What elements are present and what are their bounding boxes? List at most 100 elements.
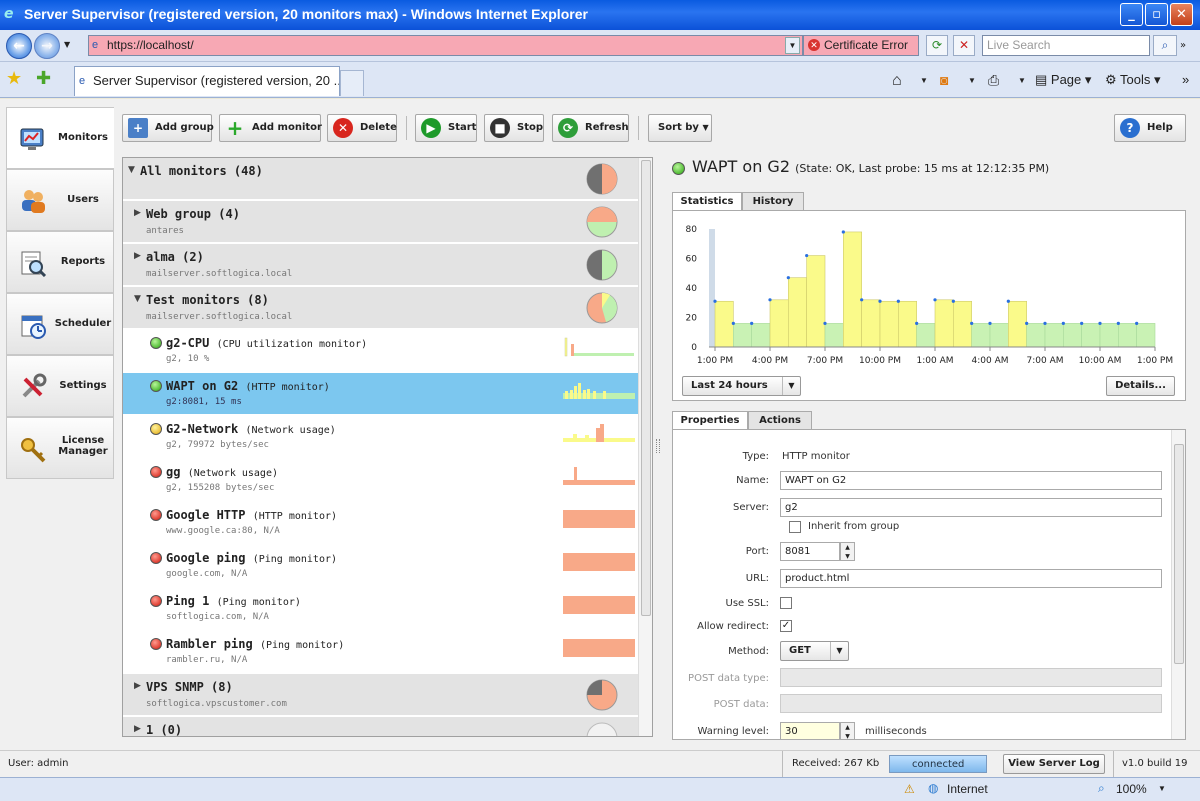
time-range-select[interactable]: Last 24 hours ▼ — [682, 376, 801, 396]
url-dropdown-icon[interactable]: ▼ — [785, 37, 800, 54]
stop-button[interactable]: ■ Stop — [484, 114, 544, 142]
monitor-row-selected[interactable]: WAPT on G2 (HTTP monitor) g2:8081, 15 ms — [123, 373, 638, 415]
print-dropdown-icon[interactable]: ▼ — [1018, 76, 1026, 85]
redirect-checkbox[interactable]: ✓ — [780, 620, 792, 632]
tools-menu[interactable]: ⚙ Tools ▾ — [1105, 72, 1161, 88]
port-stepper[interactable]: ▲ ▼ — [840, 542, 855, 561]
properties-scrollbar[interactable] — [1171, 430, 1185, 739]
expand-arrow-icon[interactable]: ▼ — [134, 294, 141, 304]
delete-button[interactable]: ✕ Delete — [327, 114, 397, 142]
tree-group-1[interactable]: ▶ 1 (0) — [123, 717, 638, 736]
print-icon[interactable]: ⎙ — [988, 72, 999, 89]
status-ok-icon — [150, 380, 162, 392]
monitor-type: (Ping monitor) — [216, 597, 301, 608]
new-tab-button[interactable] — [340, 70, 364, 96]
sort-by-dropdown[interactable]: Sort by ▼ — [648, 114, 712, 142]
details-button[interactable]: Details... — [1106, 376, 1175, 396]
nav-monitors[interactable]: Monitors — [6, 107, 114, 169]
monitor-row[interactable]: Rambler ping (Ping monitor) rambler.ru, … — [123, 631, 638, 673]
group-server: softlogica.vpscustomer.com — [146, 699, 287, 709]
feed-dropdown-icon[interactable]: ▼ — [968, 76, 976, 85]
monitor-row[interactable]: Ping 1 (Ping monitor) softlogica.com, N/… — [123, 588, 638, 630]
expand-arrow-icon[interactable]: ▶ — [134, 208, 141, 218]
tree-group-all[interactable]: ▼ All monitors (48) — [123, 158, 638, 200]
splitter-handle[interactable] — [656, 439, 660, 453]
favorites-star-icon[interactable]: ★ — [6, 68, 22, 89]
tab-statistics[interactable]: Statistics — [672, 192, 742, 211]
monitor-row[interactable]: G2-Network (Network usage) g2, 79972 byt… — [123, 416, 638, 458]
server-input[interactable]: g2 — [780, 498, 1162, 517]
scrollbar-thumb[interactable] — [641, 160, 651, 616]
x-tick-label: 10:00 AM — [1079, 356, 1122, 366]
nav-scheduler[interactable]: Scheduler — [6, 293, 114, 355]
stop-page-button[interactable]: ✕ — [953, 35, 975, 56]
tree-scrollbar[interactable] — [638, 158, 652, 736]
monitor-row[interactable]: Google ping (Ping monitor) google.com, N… — [123, 545, 638, 587]
search-options-icon[interactable]: » — [1180, 40, 1186, 51]
tree-group-alma[interactable]: ▶ alma (2) mailserver.softlogica.local — [123, 244, 638, 286]
zoom-dropdown-icon[interactable]: ▼ — [1158, 784, 1166, 793]
home-dropdown-icon[interactable]: ▼ — [920, 76, 928, 85]
expand-arrow-icon[interactable]: ▶ — [134, 681, 141, 691]
tab-actions[interactable]: Actions — [748, 411, 812, 429]
expand-arrow-icon[interactable]: ▶ — [134, 251, 141, 261]
nav-settings[interactable]: Settings — [6, 355, 114, 417]
minimize-button[interactable]: _ — [1120, 3, 1143, 26]
close-window-button[interactable]: ✕ — [1170, 3, 1193, 26]
group-name: alma (2) — [146, 250, 204, 264]
search-icon[interactable]: ⌕ — [1153, 35, 1177, 56]
monitor-title: gg — [166, 465, 181, 479]
nav-users[interactable]: Users — [6, 169, 114, 231]
history-dropdown-icon[interactable]: ▼ — [64, 40, 70, 49]
more-commands-icon[interactable]: » — [1182, 72, 1189, 87]
y-tick-label: 80 — [686, 225, 698, 235]
rss-feed-icon[interactable]: ◙ — [940, 72, 948, 88]
add-group-button[interactable]: + Add group — [122, 114, 214, 142]
ie-tab-active[interactable]: e Server Supervisor (registered version,… — [74, 66, 340, 96]
back-button[interactable]: ← — [6, 33, 32, 59]
method-select[interactable]: GET ▼ — [780, 641, 849, 661]
ssl-checkbox[interactable] — [780, 597, 792, 609]
expand-arrow-icon[interactable]: ▶ — [134, 724, 141, 734]
nav-license-manager[interactable]: License Manager — [6, 417, 114, 479]
tree-group-web[interactable]: ▶ Web group (4) antares — [123, 201, 638, 243]
tab-properties[interactable]: Properties — [672, 411, 748, 430]
name-input[interactable]: WAPT on G2 — [780, 471, 1162, 490]
add-favorite-icon[interactable]: ✚ — [36, 68, 51, 89]
monitor-type: (HTTP monitor) — [252, 511, 338, 522]
port-input[interactable]: 8081 — [780, 542, 840, 561]
group-server: mailserver.softlogica.local — [146, 312, 293, 322]
nav-reports[interactable]: Reports — [6, 231, 114, 293]
monitor-row[interactable]: g2-CPU (CPU utilization monitor) g2, 10 … — [123, 330, 638, 372]
zoom-level[interactable]: 100% — [1116, 782, 1147, 796]
inherit-checkbox[interactable] — [789, 521, 801, 533]
tree-group-vps[interactable]: ▶ VPS SNMP (8) softlogica.vpscustomer.co… — [123, 674, 638, 716]
help-button[interactable]: ? Help — [1114, 114, 1186, 142]
status-error-icon — [150, 552, 162, 564]
expand-arrow-icon[interactable]: ▼ — [128, 165, 135, 175]
scrollbar-thumb[interactable] — [1174, 444, 1184, 664]
page-menu[interactable]: ▤ Page ▾ — [1035, 72, 1091, 88]
refresh-page-button[interactable]: ⟳ — [926, 35, 948, 56]
tab-history[interactable]: History — [742, 192, 804, 210]
certificate-error-button[interactable]: ✕ Certificate Error — [803, 35, 919, 56]
warning-level-stepper[interactable]: ▲ ▼ — [840, 722, 855, 739]
forward-button[interactable]: → — [34, 33, 60, 59]
url-input[interactable]: e https://localhost/ ▼ — [88, 35, 803, 56]
view-server-log-button[interactable]: View Server Log — [1003, 754, 1105, 774]
warning-level-input[interactable]: 30 — [780, 722, 840, 739]
chart-bar — [769, 299, 789, 348]
tree-group-test[interactable]: ▼ Test monitors (8) mailserver.softlogic… — [123, 287, 638, 329]
maximize-button[interactable]: ▫ — [1145, 3, 1168, 26]
url-path-input[interactable]: product.html — [780, 569, 1162, 588]
monitor-row[interactable]: gg (Network usage) g2, 155208 bytes/sec — [123, 459, 638, 501]
monitor-name: WAPT on G2 (HTTP monitor) — [166, 379, 330, 393]
monitor-row[interactable]: Google HTTP (HTTP monitor) www.google.ca… — [123, 502, 638, 544]
home-icon[interactable]: ⌂ — [892, 72, 902, 90]
add-monitor-button[interactable]: + Add monitor — [219, 114, 322, 142]
refresh-button[interactable]: ⟳ Refresh — [552, 114, 629, 142]
status-divider — [782, 751, 783, 777]
live-search-input[interactable]: Live Search — [982, 35, 1150, 56]
start-button[interactable]: ▶ Start — [415, 114, 477, 142]
browser-status-bar: ⚠ ◍ Internet ⌕ 100% ▼ — [0, 777, 1200, 801]
